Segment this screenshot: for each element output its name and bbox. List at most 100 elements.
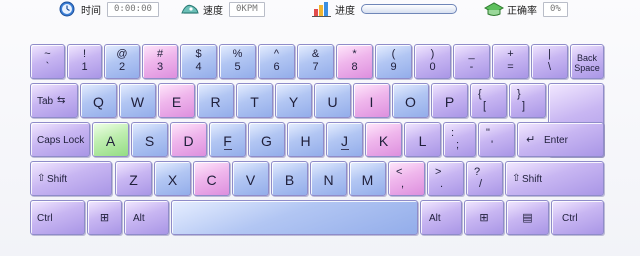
key-backslash[interactable]: | \	[531, 44, 568, 79]
key-char: -	[469, 61, 474, 73]
key-char: Y	[288, 94, 299, 110]
key-left-shift[interactable]: ⇧ Shift	[30, 161, 112, 196]
key-char: 6	[273, 61, 280, 73]
key-shift-char: "	[486, 127, 490, 139]
key-char: Z	[129, 172, 138, 188]
key-2[interactable]: @2	[104, 44, 140, 79]
key-quote[interactable]: " '	[478, 122, 515, 157]
key-char: N	[323, 172, 334, 188]
speed-value: 0KPM	[229, 1, 265, 17]
key-shift-char: #	[156, 48, 164, 60]
key-u[interactable]: U	[314, 83, 351, 118]
key-1[interactable]: ! 1	[67, 44, 102, 79]
key-right-bracket[interactable]: }]	[509, 83, 546, 118]
key-shift-char: (	[391, 48, 396, 60]
key-9[interactable]: (9	[375, 44, 412, 79]
key-l[interactable]: L	[404, 122, 441, 157]
key-i[interactable]: I	[353, 83, 390, 118]
key-char: `	[45, 61, 50, 73]
key-left-windows[interactable]: ⊞	[87, 200, 122, 235]
key-q[interactable]: Q	[80, 83, 117, 118]
key-shift-char: *	[352, 48, 357, 60]
key-v[interactable]: V	[232, 161, 269, 196]
key-semicolon[interactable]: :;	[443, 122, 476, 157]
key-enter[interactable]: ↵ Enter	[517, 122, 604, 157]
key-h[interactable]: H	[287, 122, 324, 157]
key-char: A	[105, 133, 116, 149]
key-7[interactable]: & 7	[297, 44, 334, 79]
key-period[interactable]: >.	[427, 161, 464, 196]
key-left-ctrl[interactable]: Ctrl	[30, 200, 85, 235]
home-key-bump	[223, 149, 232, 150]
key-b[interactable]: B	[271, 161, 308, 196]
ctrl-label: Ctrl	[562, 213, 578, 224]
key-right-ctrl[interactable]: Ctrl	[551, 200, 604, 235]
windows-logo-icon: ⊞	[99, 212, 110, 224]
key-shift-char: )	[430, 48, 435, 60]
key-y[interactable]: Y	[275, 83, 312, 118]
key-shift-char: |	[548, 48, 551, 60]
key-char: 3	[156, 61, 164, 73]
progress-stat: 进度	[312, 0, 457, 18]
key-w[interactable]: W	[119, 83, 156, 118]
key-char: H	[300, 133, 311, 149]
windows-logo-icon: ⊞	[479, 212, 489, 224]
key-k[interactable]: K	[365, 122, 402, 157]
key-space[interactable]	[171, 200, 418, 235]
key-left-alt[interactable]: Alt	[124, 200, 169, 235]
key-a[interactable]: A	[92, 122, 129, 157]
key-0[interactable]: ) 0	[414, 44, 451, 79]
virtual-keyboard: ~ ` ! 1 @2 #3 $4 % 5 ^ 6 & 7 * 8 (9 ) 0 _ - + = |…	[0, 30, 640, 256]
key-g[interactable]: G	[248, 122, 285, 157]
key-char: 1	[81, 61, 88, 73]
key-shift-char: ?	[474, 166, 481, 178]
accuracy-value: 0%	[543, 1, 568, 17]
key-left-bracket[interactable]: {[	[470, 83, 507, 118]
key-4[interactable]: $4	[180, 44, 217, 79]
key-j[interactable]: J	[326, 122, 363, 157]
key-shift-char: !	[82, 48, 87, 60]
key-t[interactable]: T	[236, 83, 273, 118]
key-p[interactable]: P	[431, 83, 468, 118]
key-8[interactable]: * 8	[336, 44, 373, 79]
key-char: Q	[93, 94, 104, 110]
shift-label: Shift	[522, 174, 543, 185]
key-tab[interactable]: Tab ⇆	[30, 83, 78, 118]
time-label: 时间	[81, 5, 101, 17]
key-n[interactable]: N	[310, 161, 347, 196]
key-right-shift[interactable]: ⇧ Shift	[505, 161, 604, 196]
key-comma[interactable]: <,	[388, 161, 425, 196]
key-x[interactable]: X	[154, 161, 191, 196]
alt-label: Alt	[133, 213, 145, 224]
key-o[interactable]: O	[392, 83, 429, 118]
key-char: [	[483, 100, 487, 112]
key-r[interactable]: R	[197, 83, 234, 118]
key-f[interactable]: F	[209, 122, 246, 157]
key-m[interactable]: M	[349, 161, 386, 196]
key-backtick[interactable]: ~ `	[30, 44, 65, 79]
key-shift-char: +	[507, 48, 514, 60]
backspace-label-line2: Space	[574, 63, 600, 73]
key-char: /	[479, 178, 483, 190]
key-5[interactable]: % 5	[219, 44, 256, 79]
key-z[interactable]: Z	[115, 161, 152, 196]
key-backspace[interactable]: Back Space	[570, 44, 604, 79]
caps-lock-label: Caps Lock	[37, 135, 85, 146]
key-minus[interactable]: _ -	[453, 44, 490, 79]
key-s[interactable]: S	[131, 122, 168, 157]
key-char: 5	[234, 61, 241, 73]
key-3[interactable]: #3	[142, 44, 178, 79]
key-equals[interactable]: + =	[492, 44, 529, 79]
key-c[interactable]: C	[193, 161, 230, 196]
key-caps-lock[interactable]: Caps Lock	[30, 122, 90, 157]
key-char: W	[130, 94, 145, 110]
key-slash[interactable]: ? /	[466, 161, 503, 196]
key-e[interactable]: E	[158, 83, 195, 118]
key-right-alt[interactable]: Alt	[420, 200, 462, 235]
key-menu[interactable]: ▤	[506, 200, 549, 235]
key-right-windows[interactable]: ⊞	[464, 200, 504, 235]
key-d[interactable]: D	[170, 122, 207, 157]
key-shift-char: &	[311, 48, 320, 60]
key-6[interactable]: ^ 6	[258, 44, 295, 79]
key-char: 8	[351, 61, 358, 73]
